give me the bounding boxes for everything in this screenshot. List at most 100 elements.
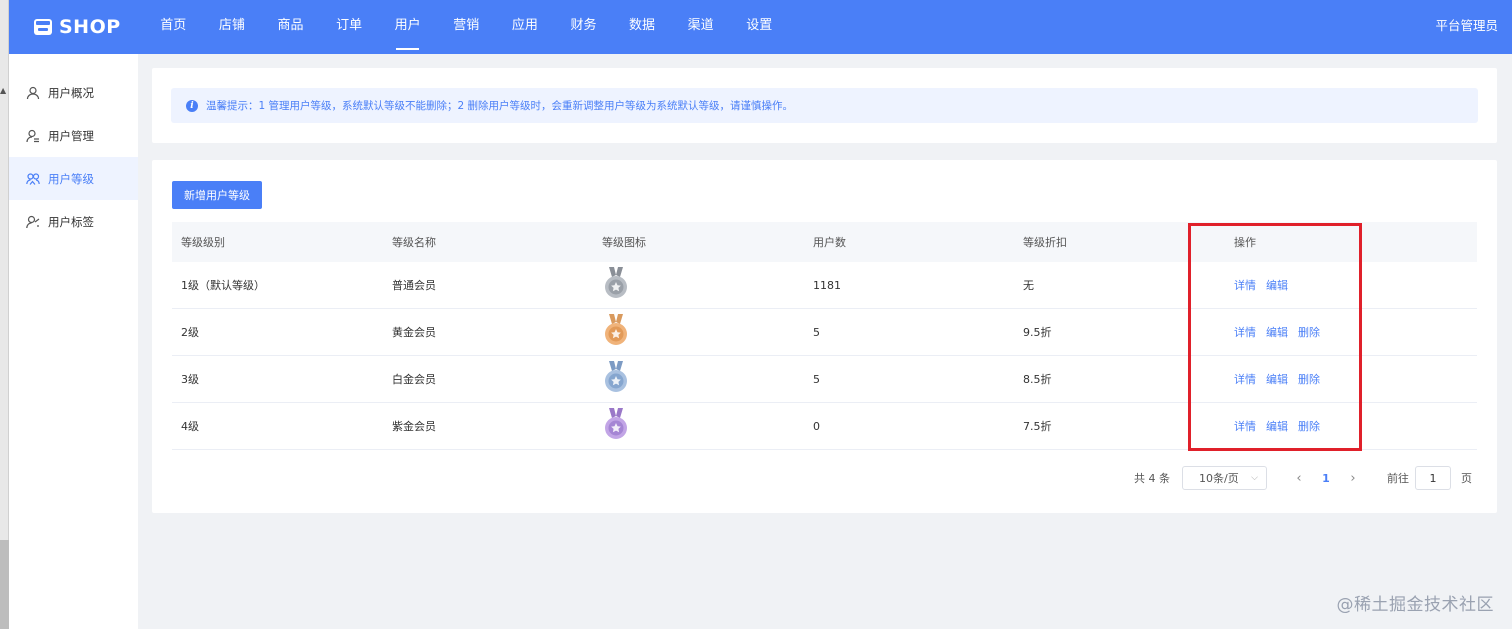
window-edge: ▲ bbox=[0, 0, 9, 629]
edit-link[interactable]: 编辑 bbox=[1266, 324, 1288, 340]
nav-item[interactable]: 订单 bbox=[320, 0, 379, 54]
detail-link[interactable]: 详情 bbox=[1234, 418, 1256, 434]
cell-level: 4级 bbox=[181, 420, 199, 433]
cell-users: 5 bbox=[813, 325, 820, 339]
nav-item[interactable]: 应用 bbox=[496, 0, 555, 54]
cell-actions: 详情 编辑 删除 bbox=[1234, 309, 1320, 355]
page-unit-label: 页 bbox=[1461, 472, 1472, 485]
scroll-up-icon: ▲ bbox=[0, 86, 7, 95]
sidebar-item-label: 用户管理 bbox=[48, 128, 94, 143]
nav-item[interactable]: 设置 bbox=[730, 0, 789, 54]
detail-link[interactable]: 详情 bbox=[1234, 324, 1256, 340]
goto-label: 前往 bbox=[1387, 472, 1409, 485]
pagination: 共 4 条 10条/页 ⌵ ‹ 1 › 前往 页 bbox=[1134, 466, 1472, 490]
logo[interactable]: SHOP bbox=[33, 15, 121, 39]
page-number[interactable]: 1 bbox=[1311, 472, 1341, 485]
page-size-select[interactable]: 10条/页 ⌵ bbox=[1182, 466, 1267, 490]
info-icon: i bbox=[186, 99, 198, 112]
cell-level: 3级 bbox=[181, 373, 199, 386]
cell-name: 白金会员 bbox=[392, 373, 436, 386]
sidebar-item-label: 用户标签 bbox=[48, 214, 94, 229]
cell-icon bbox=[602, 403, 630, 449]
cell-icon bbox=[602, 356, 630, 402]
cell-level: 2级 bbox=[181, 326, 199, 339]
cell-discount: 8.5折 bbox=[1023, 373, 1052, 386]
tip-card: i 温馨提示：1 管理用户等级，系统默认等级不能删除；2 删除用户等级时，会重新… bbox=[152, 68, 1497, 143]
header-icon: 等级图标 bbox=[602, 236, 646, 249]
users-icon bbox=[26, 172, 40, 185]
delete-link[interactable]: 删除 bbox=[1298, 324, 1320, 340]
edit-link[interactable]: 编辑 bbox=[1266, 371, 1288, 387]
prev-page-button[interactable]: ‹ bbox=[1287, 471, 1311, 486]
nav-item[interactable]: 首页 bbox=[144, 0, 203, 54]
cell-actions: 详情 编辑 删除 bbox=[1234, 356, 1320, 402]
cell-users: 5 bbox=[813, 372, 820, 386]
total-count: 共 4 条 bbox=[1134, 472, 1170, 485]
user-tag-icon bbox=[26, 215, 40, 228]
logo-text: SHOP bbox=[59, 16, 121, 38]
level-list-card: 新增用户等级 等级级别 等级名称 等级图标 用户数 等级折扣 操作 1级（默认等… bbox=[152, 160, 1497, 513]
page-size-value: 10条/页 bbox=[1199, 472, 1239, 485]
edit-link[interactable]: 编辑 bbox=[1266, 418, 1288, 434]
goto-page-input[interactable] bbox=[1415, 466, 1451, 490]
detail-link[interactable]: 详情 bbox=[1234, 371, 1256, 387]
cell-users: 1181 bbox=[813, 278, 841, 292]
medal-purple-icon bbox=[605, 408, 627, 439]
user-manage-icon bbox=[26, 129, 39, 142]
cell-actions: 详情 编辑 删除 bbox=[1234, 403, 1320, 449]
add-level-button[interactable]: 新增用户等级 bbox=[172, 181, 262, 209]
table-header: 等级级别 等级名称 等级图标 用户数 等级折扣 操作 bbox=[172, 222, 1477, 262]
nav-item[interactable]: 用户 bbox=[378, 0, 437, 54]
cell-name: 普通会员 bbox=[392, 279, 436, 292]
medal-platinum-icon bbox=[605, 361, 627, 392]
cell-level: 1级（默认等级） bbox=[181, 279, 265, 292]
sidebar: 用户概况用户管理用户等级用户标签 bbox=[9, 54, 138, 629]
table-row: 4级 紫金会员 0 7.5折 详情 编辑 删除 bbox=[172, 403, 1477, 450]
window-edge-block bbox=[0, 540, 9, 629]
sidebar-item-label: 用户等级 bbox=[48, 171, 94, 186]
cell-name: 紫金会员 bbox=[392, 420, 436, 433]
top-navbar: SHOP 首页 店铺 商品 订单 用户 营销 应用 财务 数据 渠道 设置 平台管理员 bbox=[9, 0, 1512, 54]
user-icon bbox=[26, 86, 40, 99]
nav-item[interactable]: 财务 bbox=[554, 0, 613, 54]
table-row: 2级 黄金会员 5 9.5折 详情 编辑 删除 bbox=[172, 309, 1477, 356]
tip-banner: i 温馨提示：1 管理用户等级，系统默认等级不能删除；2 删除用户等级时，会重新… bbox=[171, 88, 1478, 123]
header-actions: 操作 bbox=[1234, 236, 1256, 249]
header-discount: 等级折扣 bbox=[1023, 236, 1067, 249]
nav-item[interactable]: 营销 bbox=[437, 0, 496, 54]
nav-item[interactable]: 渠道 bbox=[671, 0, 730, 54]
cell-users: 0 bbox=[813, 419, 820, 433]
edit-link[interactable]: 编辑 bbox=[1266, 277, 1288, 293]
table-row: 3级 白金会员 5 8.5折 详情 编辑 删除 bbox=[172, 356, 1477, 403]
cell-icon bbox=[602, 309, 630, 355]
medal-gold-icon bbox=[605, 314, 627, 345]
cell-discount: 9.5折 bbox=[1023, 326, 1052, 339]
nav-item[interactable]: 店铺 bbox=[203, 0, 262, 54]
main-nav: 首页 店铺 商品 订单 用户 营销 应用 财务 数据 渠道 设置 bbox=[144, 0, 789, 54]
table-row: 1级（默认等级） 普通会员 1181 无 详情 编辑 bbox=[172, 262, 1477, 309]
sidebar-item[interactable]: 用户等级 bbox=[9, 157, 138, 200]
medal-silver-icon bbox=[605, 267, 627, 298]
header-level: 等级级别 bbox=[181, 236, 225, 249]
watermark: @稀土掘金技术社区 bbox=[1336, 595, 1494, 615]
sidebar-item[interactable]: 用户管理 bbox=[9, 114, 138, 157]
delete-link[interactable]: 删除 bbox=[1298, 418, 1320, 434]
tip-text: 温馨提示：1 管理用户等级，系统默认等级不能删除；2 删除用户等级时，会重新调整… bbox=[206, 100, 794, 112]
nav-item[interactable]: 数据 bbox=[613, 0, 672, 54]
shop-icon bbox=[34, 19, 52, 35]
header-name: 等级名称 bbox=[392, 236, 436, 249]
delete-link[interactable]: 删除 bbox=[1298, 371, 1320, 387]
level-table: 等级级别 等级名称 等级图标 用户数 等级折扣 操作 1级（默认等级） 普通会员 1… bbox=[172, 222, 1477, 450]
header-users: 用户数 bbox=[813, 236, 846, 249]
cell-icon bbox=[602, 262, 630, 308]
table-body: 1级（默认等级） 普通会员 1181 无详情 编辑 2级 黄金会员 5 9.5折 详情 编辑 删除 3级… bbox=[172, 262, 1477, 450]
detail-link[interactable]: 详情 bbox=[1234, 277, 1256, 293]
sidebar-item[interactable]: 用户概况 bbox=[9, 71, 138, 114]
nav-item[interactable]: 商品 bbox=[261, 0, 320, 54]
cell-discount: 7.5折 bbox=[1023, 420, 1052, 433]
cell-actions: 详情 编辑 bbox=[1234, 262, 1288, 308]
admin-menu[interactable]: 平台管理员 bbox=[1435, 0, 1498, 52]
sidebar-item[interactable]: 用户标签 bbox=[9, 200, 138, 243]
cell-name: 黄金会员 bbox=[392, 326, 436, 339]
next-page-button[interactable]: › bbox=[1341, 471, 1365, 486]
